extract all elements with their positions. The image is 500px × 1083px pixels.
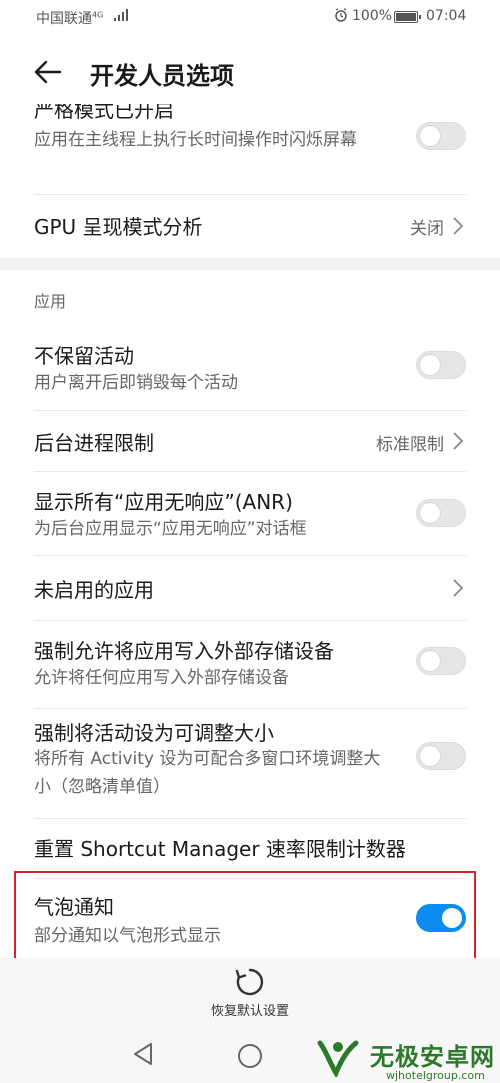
back-button[interactable] bbox=[28, 52, 68, 92]
watermark-name: 无极安卓网 bbox=[370, 1043, 495, 1071]
row-title: 后台进程限制 bbox=[34, 431, 154, 455]
row-subtitle: 应用在主线程上执行长时间操作时闪烁屏幕 bbox=[34, 130, 357, 150]
bubbles-row[interactable]: 气泡通知 部分通知以气泡形式显示 bbox=[0, 879, 500, 959]
force-resizable-toggle[interactable] bbox=[416, 742, 466, 770]
watermark-logo-icon bbox=[317, 1040, 359, 1077]
chevron-right-icon bbox=[453, 217, 464, 235]
row-title: GPU 呈现模式分析 bbox=[34, 215, 203, 239]
toggle-knob bbox=[420, 503, 440, 523]
bubbles-toggle[interactable] bbox=[416, 904, 466, 932]
watermark: 无极安卓网 wjhotelgroup.com bbox=[314, 1033, 500, 1083]
row-title: 强制将活动设为可调整大小 bbox=[34, 721, 274, 745]
gpu-render-row[interactable]: GPU 呈现模式分析 关闭 bbox=[0, 195, 500, 257]
row-subtitle: 用户离开后即销毁每个活动 bbox=[34, 373, 238, 393]
show-anr-toggle[interactable] bbox=[416, 499, 466, 527]
force-resizable-row[interactable]: 强制将活动设为可调整大小 将所有 Activity 设为可配合多窗口环境调整大小… bbox=[0, 709, 500, 821]
toggle-knob bbox=[420, 746, 440, 766]
row-value: 关闭 bbox=[410, 219, 444, 239]
row-subtitle: 将所有 Activity 设为可配合多窗口环境调整大小（忽略清单值） bbox=[34, 749, 381, 797]
row-subtitle: 允许将任何应用写入外部存储设备 bbox=[34, 668, 289, 688]
reset-shortcut-row[interactable]: 重置 Shortcut Manager 速率限制计数器 bbox=[0, 819, 500, 875]
background-limit-row[interactable]: 后台进程限制 标准限制 bbox=[0, 411, 500, 471]
nav-home-icon[interactable] bbox=[238, 1044, 262, 1068]
dont-keep-activities-toggle[interactable] bbox=[416, 351, 466, 379]
watermark-url: wjhotelgroup.com bbox=[386, 1069, 485, 1082]
battery-percent: 100% bbox=[352, 8, 393, 24]
chevron-right-icon bbox=[453, 579, 464, 597]
toggle-knob bbox=[420, 355, 440, 375]
strict-mode-toggle[interactable] bbox=[416, 122, 466, 150]
toggle-knob bbox=[420, 126, 440, 146]
app-header: 开发人员选项 bbox=[0, 34, 500, 110]
toggle-knob bbox=[442, 908, 462, 928]
toggle-knob bbox=[420, 651, 440, 671]
row-subtitle: 为后台应用显示“应用无响应”对话框 bbox=[34, 519, 307, 539]
reset-defaults-label: 恢复默认设置 bbox=[210, 1004, 289, 1019]
row-title: 强制允许将应用写入外部存储设备 bbox=[34, 639, 334, 663]
carrier-label: 中国联通4G bbox=[36, 10, 104, 27]
signal-icon bbox=[114, 9, 128, 21]
strict-mode-row[interactable]: 严格模式已开启 应用在主线程上执行长时间操作时闪烁屏幕 bbox=[0, 104, 500, 194]
chevron-right-icon bbox=[453, 432, 464, 450]
row-title: 不保留活动 bbox=[34, 344, 134, 368]
force-external-toggle[interactable] bbox=[416, 647, 466, 675]
row-title: 重置 Shortcut Manager 速率限制计数器 bbox=[34, 837, 406, 861]
row-title: 严格模式已开启 bbox=[34, 104, 174, 122]
force-external-row[interactable]: 强制允许将应用写入外部存储设备 允许将任何应用写入外部存储设备 bbox=[0, 621, 500, 707]
page-title: 开发人员选项 bbox=[90, 62, 234, 90]
inactive-apps-row[interactable]: 未启用的应用 bbox=[0, 556, 500, 620]
reset-icon bbox=[235, 968, 264, 996]
row-title: 未启用的应用 bbox=[34, 578, 154, 602]
dont-keep-activities-row[interactable]: 不保留活动 用户离开后即销毁每个活动 bbox=[0, 330, 500, 410]
row-subtitle: 部分通知以气泡形式显示 bbox=[34, 926, 221, 946]
clock: 07:04 bbox=[426, 8, 467, 24]
row-title: 显示所有“应用无响应”(ANR) bbox=[34, 490, 293, 514]
row-value: 标准限制 bbox=[376, 435, 444, 455]
status-bar: 中国联通4G 100% 07:04 bbox=[0, 0, 500, 34]
section-gap bbox=[0, 258, 500, 270]
show-anr-row[interactable]: 显示所有“应用无响应”(ANR) 为后台应用显示“应用无响应”对话框 bbox=[0, 472, 500, 554]
nav-back-icon[interactable] bbox=[131, 1042, 155, 1066]
row-title: 气泡通知 bbox=[34, 895, 114, 919]
alarm-icon bbox=[335, 8, 347, 22]
section-header-apps: 应用 bbox=[34, 292, 67, 311]
battery-icon bbox=[394, 11, 421, 23]
back-arrow-icon bbox=[34, 60, 62, 84]
